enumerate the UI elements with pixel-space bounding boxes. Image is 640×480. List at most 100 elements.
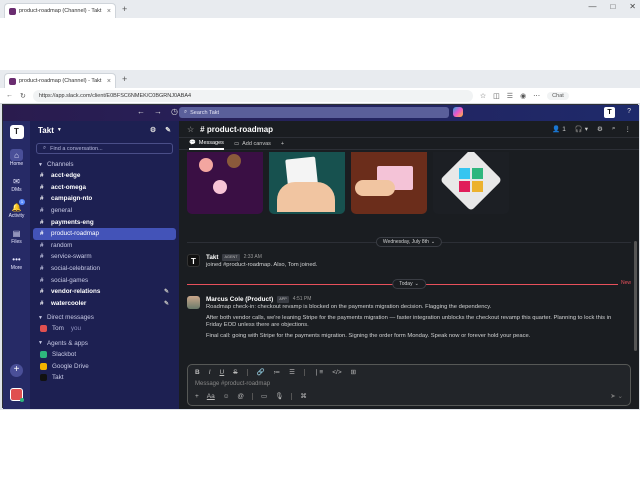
rail-dms[interactable]: ✉ DMs [10,175,23,194]
formatting-toggle-icon[interactable]: Aa [207,393,215,400]
code-block-icon[interactable]: ⊞ [351,368,356,376]
tab-strip: product-roadmap (Channel) - Takt × + [0,70,640,88]
rail-activity[interactable]: 🔔 1 Activity [9,199,25,219]
add-tab-button[interactable]: + [281,141,284,147]
history-icon[interactable]: ◷ [171,107,178,116]
channel-list: # acct-edge # acct-omega # campaign-nto # gener… [30,170,179,309]
sidebar-item-watercooler[interactable]: # watercooler ✎ [30,298,179,310]
microphone-icon[interactable]: 🎙 [275,392,283,400]
more-vertical-icon[interactable]: ⋮ [625,125,632,133]
timestamp[interactable]: 4:51 PM [293,296,312,303]
bookmark-star-icon[interactable]: ☆ [480,92,486,100]
forward-arrow-icon[interactable]: → [154,107,162,116]
workspace-switcher-icon[interactable]: T [604,107,615,118]
sidebar-item-app[interactable]: Takt [30,372,179,384]
blockquote-icon[interactable]: ❘≡ [314,368,323,376]
tab-add-canvas[interactable]: ▭ Add canvas [234,138,271,150]
underline-icon[interactable]: U [220,369,225,376]
sidebar-item-social-celebration[interactable]: # social-celebration [30,263,179,275]
sidebar-item-social-games[interactable]: # social-games [30,274,179,286]
apps-section-header[interactable]: ▼ Agents & apps [30,338,179,349]
send-icon[interactable]: ➤ ⌄ [610,392,623,400]
user-avatar[interactable] [10,388,24,402]
settings-gear-icon[interactable]: ⚙ [150,126,156,134]
close-window-icon[interactable]: ✕ [629,2,636,11]
sidebar-item-app[interactable]: Google Drive [30,360,179,372]
marcus-avatar[interactable] [187,296,200,309]
toolbar-separator [303,368,305,376]
reload-icon[interactable]: ↻ [20,92,26,100]
rail-files[interactable]: ▤ Files [10,227,23,246]
channel-sidebar: Takt ▼ ⚙ ✎ ⌕ Find a conversation... ▼ Ch… [30,121,179,409]
new-tab-button[interactable]: + [122,4,127,14]
ai-assistant-icon[interactable] [453,107,463,117]
takt-avatar[interactable]: T [187,254,200,267]
agent-tag: AGENT [222,254,240,261]
sidebar-item-app[interactable]: Slackbot [30,349,179,361]
message-input[interactable]: Message #product-roadmap [188,379,630,391]
rail-more[interactable]: ••• More [10,253,23,272]
numbered-list-icon[interactable]: ≔ [274,368,281,376]
author-name[interactable]: Takt [206,254,218,261]
sidebar-item-campaign-nto[interactable]: # campaign-nto [30,193,179,205]
back-icon[interactable]: ← [6,92,13,99]
extensions-icon[interactable]: ◫ [493,92,500,100]
compose-icon[interactable]: ✎ [165,126,171,134]
copilot-chat-button[interactable]: Chat [547,91,569,100]
sidebar-item-product-roadmap[interactable]: # product-roadmap [33,227,176,240]
link-icon[interactable]: 🔗 [257,368,265,376]
italic-icon[interactable]: I [209,369,211,376]
sidebar-item-acct-edge[interactable]: # acct-edge [30,170,179,182]
menu-icon[interactable]: ⋯ [533,92,540,100]
active-tab[interactable]: product-roadmap (Channel) - Takt × [4,73,116,88]
workspace-icon[interactable]: T [9,125,24,139]
settings-icon[interactable]: ⚙ [597,125,603,133]
sidebar-item-dm-tom[interactable]: Tom you [30,323,179,335]
star-icon[interactable]: ☆ [187,125,194,134]
profile-icon[interactable]: ◉ [520,92,526,100]
bulleted-list-icon[interactable]: ☰ [289,368,295,376]
search-bar[interactable]: ⌕ Search Takt [179,107,449,118]
huddle-headphones-icon[interactable]: 🎧 ▾ [575,125,588,133]
date-pill[interactable]: Wednesday, July 8th ⌄ [375,237,443,247]
dm-section-header[interactable]: ▼ Direct messages [30,312,179,323]
sidebar-item-vendor-relations[interactable]: # vendor-relations ✎ [30,286,179,298]
channel-title[interactable]: # product-roadmap [200,125,273,134]
bold-icon[interactable]: B [195,369,200,376]
sidebar-item-acct-omega[interactable]: # acct-omega [30,182,179,194]
search-icon[interactable]: ⌕ [612,125,616,133]
author-name[interactable]: Marcus Cole (Product) [206,296,273,303]
sidebar-item-payments-eng[interactable]: # payments-eng [30,216,179,228]
tab-messages[interactable]: 💬 Messages [189,138,224,150]
close-tab-icon[interactable]: × [107,78,111,85]
scrollbar[interactable] [634,241,637,351]
code-icon[interactable]: </> [332,369,341,376]
rail-home[interactable]: ⌂ Home [10,149,23,167]
find-conversation-input[interactable]: ⌕ Find a conversation... [36,143,173,154]
back-arrow-icon[interactable]: ← [137,107,145,116]
favorites-icon[interactable]: ☰ [507,92,513,100]
add-button[interactable]: + [10,364,23,377]
date-pill[interactable]: Today ⌄ [392,279,426,289]
shortcuts-icon[interactable]: ⌘ [300,392,307,400]
channels-section-header[interactable]: ▼ Channels [30,159,179,170]
sidebar-item-general[interactable]: # general [30,205,179,217]
timestamp[interactable]: 2:33 AM [244,254,262,261]
workspace-header[interactable]: Takt ▼ ⚙ ✎ [30,121,179,139]
message-body: Takt AGENT 2:33 AM joined #product-roadm… [206,254,317,269]
emoji-icon[interactable]: ☺ [223,393,230,400]
help-icon[interactable]: ? [627,108,631,115]
strikethrough-icon[interactable]: S [233,369,237,376]
sidebar-item-random[interactable]: # random [30,240,179,252]
new-tab-button[interactable]: + [122,74,127,84]
url-field[interactable]: https://app.slack.com/client/E0BFSC6NMEK… [32,89,473,102]
minimize-icon[interactable]: — [588,2,596,11]
video-icon[interactable]: ▭ [261,392,267,400]
maximize-icon[interactable]: □ [610,2,615,11]
sidebar-item-service-swarm[interactable]: # service-swarm [30,251,179,263]
members-button[interactable]: 👤 1 [552,125,566,133]
close-tab-icon[interactable]: × [107,8,111,15]
mention-icon[interactable]: @ [237,393,244,400]
plus-icon[interactable]: + [195,393,199,400]
browser-tab[interactable]: product-roadmap (Channel) - Takt × [4,3,116,18]
